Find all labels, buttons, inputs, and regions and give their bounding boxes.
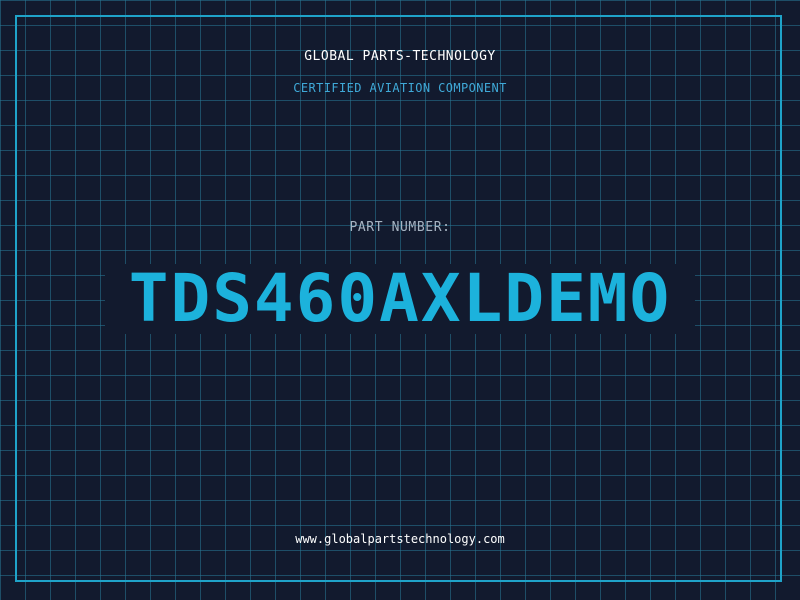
website-url: www.globalpartstechnology.com bbox=[295, 532, 505, 546]
part-number-value: TDS460AXLDEMO bbox=[128, 260, 672, 337]
company-name: GLOBAL PARTS-TECHNOLOGY bbox=[304, 49, 496, 64]
part-card: GLOBAL PARTS-TECHNOLOGY CERTIFIED AVIATI… bbox=[0, 0, 800, 600]
part-number-label: PART NUMBER: bbox=[349, 220, 451, 235]
certification-tagline: CERTIFIED AVIATION COMPONENT bbox=[293, 81, 507, 95]
